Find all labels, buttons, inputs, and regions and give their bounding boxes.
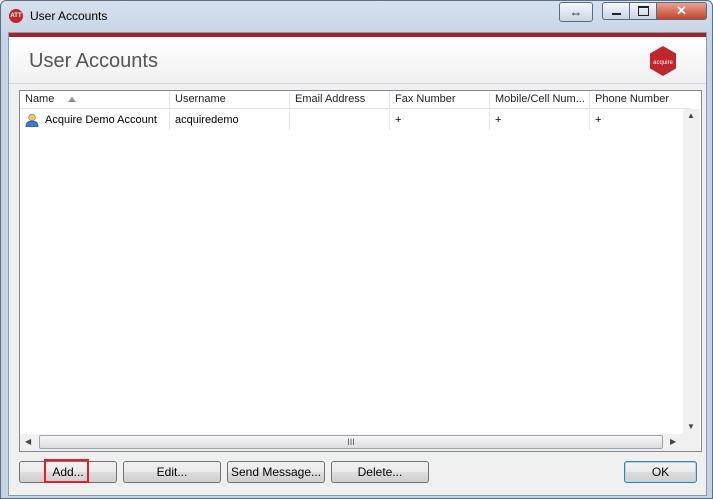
window-title: User Accounts [30, 9, 108, 23]
logo-text: acquire [653, 60, 673, 66]
acquire-logo-icon: acquire [650, 46, 676, 76]
cell-mobile: + [490, 110, 590, 130]
cell-phone: + [595, 114, 602, 126]
app-icon-text: ATT [10, 13, 22, 19]
horizontal-scrollbar[interactable]: ◀ III ▶ [20, 434, 683, 451]
column-header-username[interactable]: Username [170, 91, 290, 108]
app-icon: ATT [9, 9, 23, 23]
send-message-button[interactable]: Send Message... [227, 461, 325, 483]
column-header-name[interactable]: Name [20, 91, 170, 108]
close-icon: ✕ [676, 3, 687, 18]
scroll-right-arrow-icon[interactable]: ▶ [670, 437, 676, 446]
maximize-icon [637, 6, 649, 16]
scroll-down-arrow-icon[interactable]: ▼ [687, 422, 695, 431]
header-band: User Accounts acquire [9, 37, 706, 84]
cell-fax: + [390, 110, 490, 130]
resize-arrows-icon[interactable]: ⇔ [559, 2, 593, 22]
cell-name: Acquire Demo Account [20, 110, 170, 130]
scroll-up-arrow-icon[interactable]: ▲ [687, 111, 695, 120]
scrollbar-corner [683, 434, 700, 451]
cell-username: acquiredemo [170, 110, 290, 130]
minimize-icon [611, 13, 621, 15]
close-button[interactable]: ✕ [657, 2, 707, 20]
cell-email [290, 110, 390, 130]
minimize-button[interactable] [602, 2, 630, 20]
horizontal-scroll-thumb[interactable]: III [39, 435, 663, 449]
scroll-left-arrow-icon[interactable]: ◀ [25, 437, 31, 446]
vertical-scrollbar[interactable]: ▲ ▼ [683, 109, 700, 434]
maximize-button[interactable] [630, 2, 657, 20]
add-button[interactable]: Add... [19, 461, 117, 483]
caption-buttons: ✕ [602, 2, 707, 20]
column-header-name-label: Name [25, 93, 55, 105]
user-icon [25, 113, 39, 127]
column-header-email[interactable]: Email Address [290, 91, 390, 108]
dialog-content: User Accounts acquire Name Username Emai… [8, 32, 707, 496]
table-row[interactable]: Acquire Demo Account acquiredemo + + + [20, 110, 690, 130]
user-accounts-list[interactable]: Name Username Email Address Fax Number M… [19, 90, 702, 452]
sort-ascending-icon [68, 96, 77, 102]
scroll-grip-icon: III [347, 437, 355, 447]
cell-name-text: Acquire Demo Account [45, 114, 157, 126]
edit-button[interactable]: Edit... [123, 461, 221, 483]
user-accounts-window: ATT User Accounts ⇔ ✕ User Accounts acqu… [0, 0, 713, 499]
page-title: User Accounts [29, 50, 158, 72]
column-header-mobile[interactable]: Mobile/Cell Num... [490, 91, 590, 108]
column-header-row: Name Username Email Address Fax Number M… [20, 91, 690, 109]
title-bar[interactable]: ATT User Accounts ⇔ ✕ [1, 1, 712, 31]
delete-button[interactable]: Delete... [331, 461, 429, 483]
ok-button[interactable]: OK [624, 461, 697, 483]
column-header-fax[interactable]: Fax Number [390, 91, 490, 108]
column-header-phone[interactable]: Phone Number [590, 91, 690, 108]
